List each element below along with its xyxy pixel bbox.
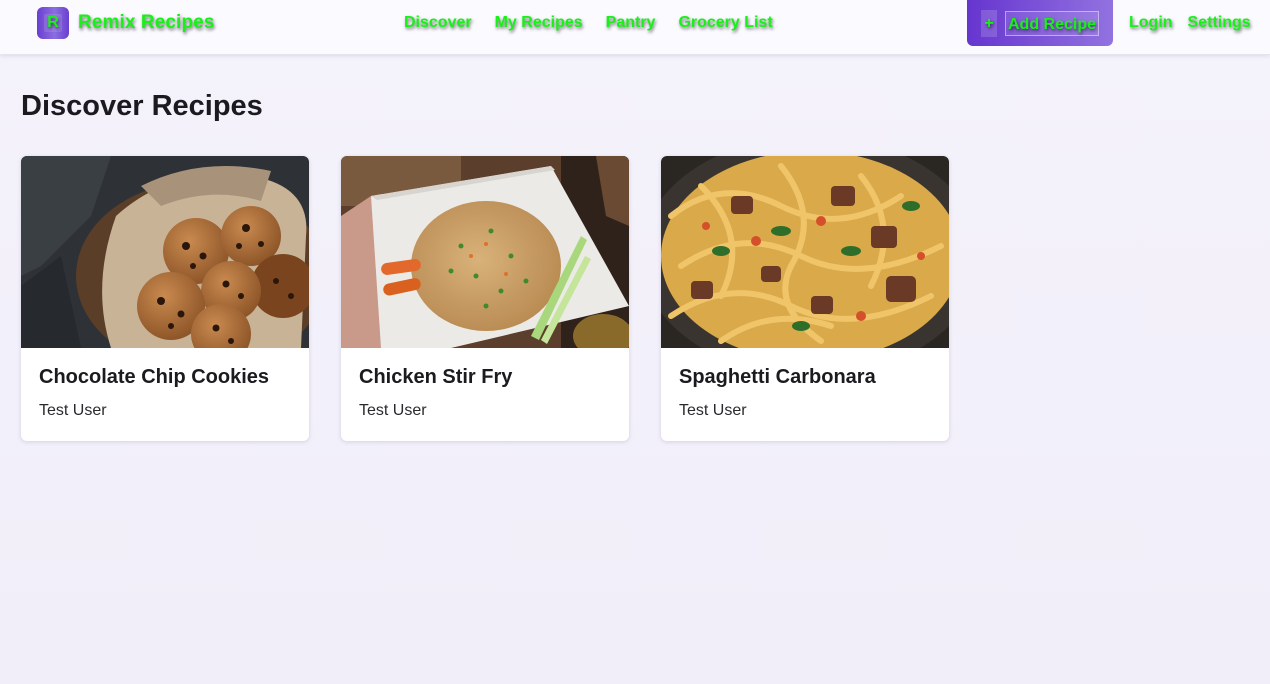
pasta-photo <box>661 156 949 348</box>
recipe-grid: Chocolate Chip Cookies Test User Chicken… <box>21 156 949 441</box>
logo-icon: R <box>37 7 69 39</box>
brand-link[interactable]: R Remix Recipes <box>37 7 214 39</box>
cookies-photo <box>21 156 309 348</box>
top-nav-bar: R Remix Recipes Discover My Recipes Pant… <box>0 0 1270 55</box>
recipe-image <box>661 156 949 348</box>
nav-discover[interactable]: Discover <box>404 14 472 32</box>
page-title: Discover Recipes <box>21 90 263 122</box>
nav-my-recipes[interactable]: My Recipes <box>495 14 583 32</box>
nav-grocery-list[interactable]: Grocery List <box>678 14 772 32</box>
recipe-author: Test User <box>359 402 427 419</box>
settings-link[interactable]: Settings <box>1188 14 1251 32</box>
recipe-author: Test User <box>679 402 747 419</box>
recipe-title: Chicken Stir Fry <box>359 366 513 388</box>
nav-pantry[interactable]: Pantry <box>606 14 656 32</box>
recipe-title: Spaghetti Carbonara <box>679 366 876 388</box>
plus-icon: + <box>980 9 997 37</box>
main-nav: Discover My Recipes Pantry Grocery List <box>404 14 773 32</box>
recipe-author: Test User <box>39 402 107 419</box>
add-recipe-button[interactable]: + Add Recipe <box>967 0 1113 46</box>
logo-letter: R <box>44 14 62 32</box>
recipe-title: Chocolate Chip Cookies <box>39 366 270 388</box>
recipe-image <box>21 156 309 348</box>
recipe-image <box>341 156 629 348</box>
login-link[interactable]: Login <box>1129 14 1173 32</box>
add-recipe-label: Add Recipe <box>1004 10 1099 36</box>
recipe-card[interactable]: Chocolate Chip Cookies Test User <box>21 156 309 441</box>
account-links: Login Settings <box>1129 14 1251 32</box>
fried-rice-photo <box>341 156 629 348</box>
recipe-card[interactable]: Spaghetti Carbonara Test User <box>661 156 949 441</box>
recipe-card[interactable]: Chicken Stir Fry Test User <box>341 156 629 441</box>
brand-name: Remix Recipes <box>78 12 215 33</box>
